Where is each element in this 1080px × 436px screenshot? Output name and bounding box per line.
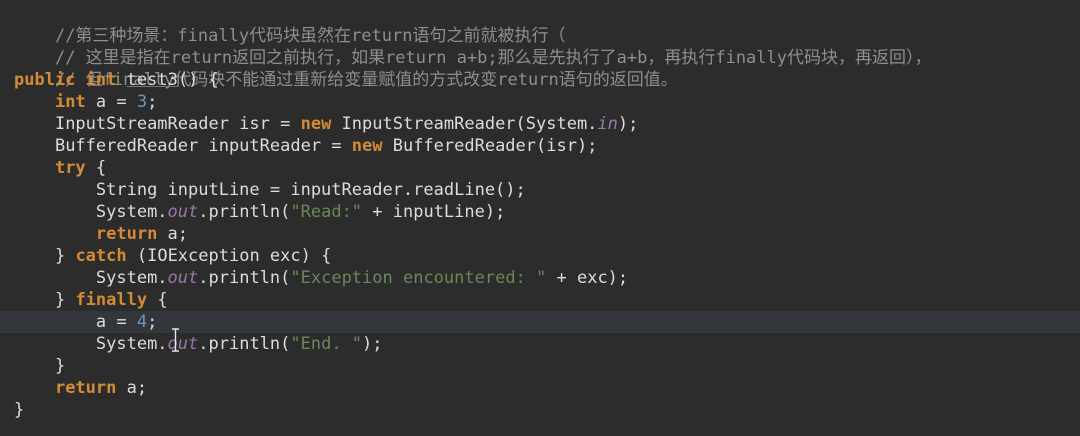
code-text: .println(	[198, 202, 291, 222]
code-line-19[interactable]: }	[0, 399, 1080, 421]
keyword-int: int	[54, 92, 86, 112]
code-text: }	[54, 356, 66, 376]
static-field: out	[167, 268, 199, 288]
keyword-return: return	[95, 224, 158, 244]
code-line-15-current[interactable]: a = 4;	[0, 311, 1080, 333]
static-field: out	[167, 202, 199, 222]
code-text: a;	[157, 224, 189, 244]
number-literal: 4	[136, 312, 148, 332]
code-line-13[interactable]: System.out.println("Exception encountere…	[0, 267, 1080, 289]
keyword-public: public	[14, 70, 76, 90]
code-line-18[interactable]: return a;	[0, 377, 1080, 399]
code-line-4[interactable]: public int test3() {	[0, 69, 1080, 91]
code-line-6[interactable]: InputStreamReader isr = new InputStreamR…	[0, 113, 1080, 135]
code-text: () {	[177, 70, 219, 90]
code-text: + inputLine);	[362, 202, 506, 222]
code-line-3[interactable]: // 但finally代码块不能通过重新给变量赋值的方式改变return语句的返…	[0, 47, 1080, 90]
code-line-11[interactable]: return a;	[0, 223, 1080, 245]
code-line-10[interactable]: System.out.println("Read:" + inputLine);	[0, 201, 1080, 223]
code-text: String inputLine = inputReader.readLine(…	[95, 180, 526, 200]
code-text: {	[147, 290, 168, 310]
code-line-9[interactable]: String inputLine = inputReader.readLine(…	[0, 179, 1080, 201]
code-line-8[interactable]: try {	[0, 157, 1080, 179]
code-text: System.	[95, 202, 168, 222]
keyword-return: return	[54, 378, 117, 398]
code-text: }	[54, 290, 76, 310]
code-text: InputStreamReader isr =	[54, 114, 301, 134]
code-text: BufferedReader inputReader =	[54, 136, 352, 156]
code-text: System.	[95, 268, 168, 288]
code-text: }	[54, 246, 76, 266]
code-text: InputStreamReader(System.	[331, 114, 598, 134]
method-name: test3	[126, 70, 178, 90]
code-line-5[interactable]: int a = 3;	[0, 91, 1080, 113]
static-field: in	[597, 114, 618, 134]
code-text: + exc);	[546, 268, 629, 288]
code-line-17[interactable]: }	[0, 355, 1080, 377]
keyword-catch: catch	[75, 246, 127, 266]
code-text: }	[14, 400, 25, 420]
code-text: a =	[85, 92, 137, 112]
keyword-try: try	[54, 158, 86, 178]
keyword-finally: finally	[75, 290, 148, 310]
code-text: ;	[147, 92, 158, 112]
code-text: );	[362, 334, 383, 354]
static-field: out	[167, 334, 199, 354]
code-text: System.	[95, 334, 168, 354]
code-line-12[interactable]: } catch (IOException exc) {	[0, 245, 1080, 267]
code-line-14[interactable]: } finally {	[0, 289, 1080, 311]
code-text: a;	[116, 378, 148, 398]
code-text: .println(	[198, 334, 291, 354]
code-line-1[interactable]: //第三种场景：finally代码块虽然在return语句之前就被执行（	[0, 3, 1080, 46]
string-literal: "End. "	[290, 334, 363, 354]
code-text: BufferedReader(isr);	[382, 136, 598, 156]
code-editor[interactable]: //第三种场景：finally代码块虽然在return语句之前就被执行（ // …	[0, 0, 1080, 436]
code-text: (IOException exc) {	[126, 246, 332, 266]
code-line-16[interactable]: System.out.println("End. ");	[0, 333, 1080, 355]
string-literal: "Exception encountered: "	[290, 268, 547, 288]
code-text: );	[617, 114, 639, 134]
code-text: a =	[95, 312, 137, 332]
string-literal: "Read:"	[290, 202, 363, 222]
code-line-7[interactable]: BufferedReader inputReader = new Buffere…	[0, 135, 1080, 157]
code-text: {	[85, 158, 107, 178]
number-literal: 3	[136, 92, 148, 112]
keyword-new: new	[351, 136, 383, 156]
code-text: ;	[147, 312, 158, 332]
keyword-int: int	[85, 70, 117, 90]
keyword-new: new	[300, 114, 332, 134]
code-text: .println(	[198, 268, 291, 288]
code-line-2[interactable]: // 这里是指在return返回之前执行，如果return a+b;那么是先执行…	[0, 25, 1080, 68]
